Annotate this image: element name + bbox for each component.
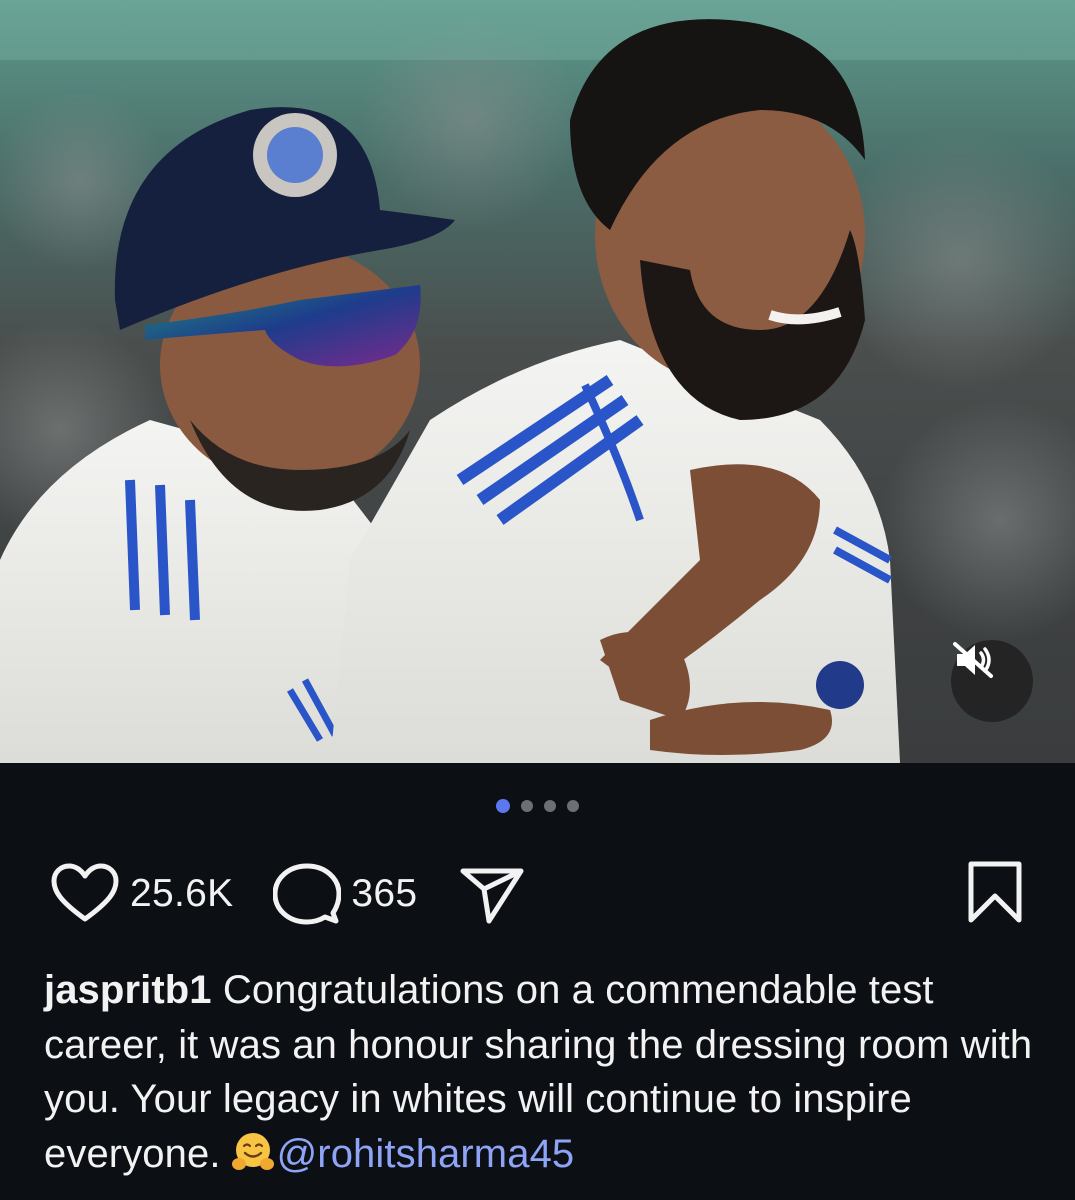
- speaker-muted-icon: [953, 642, 993, 678]
- comment-count: 365: [351, 872, 418, 915]
- carousel-dot-active: [496, 799, 510, 813]
- post-action-bar: 25.6K 365: [50, 858, 1025, 930]
- bookmark-outline-icon: [968, 861, 1022, 922]
- mute-toggle-button[interactable]: [951, 640, 1033, 722]
- share-button[interactable]: [459, 863, 525, 925]
- paper-plane-icon: [460, 868, 524, 924]
- carousel-dot: [521, 800, 533, 812]
- like-button[interactable]: 25.6K: [50, 863, 233, 925]
- comment-bubble-icon: [273, 863, 342, 925]
- post-caption: jaspritb1 Congratulations on a commendab…: [44, 963, 1034, 1181]
- caption-username[interactable]: jaspritb1: [44, 968, 212, 1012]
- photo-illustration: [0, 0, 1075, 763]
- heart-outline-icon: [51, 863, 119, 922]
- like-count: 25.6K: [130, 872, 234, 915]
- caption-mention[interactable]: @rohitsharma45: [277, 1132, 575, 1176]
- post-photo[interactable]: [0, 0, 1075, 763]
- carousel-dot: [544, 800, 556, 812]
- carousel-dot: [567, 800, 579, 812]
- comment-button[interactable]: 365: [273, 863, 417, 925]
- save-button[interactable]: [965, 860, 1025, 929]
- carousel-indicator: [0, 799, 1075, 813]
- hugging-face-emoji: [231, 1132, 274, 1170]
- instagram-post: 25.6K 365 jaspritb1 Congratulations on a…: [0, 0, 1075, 1200]
